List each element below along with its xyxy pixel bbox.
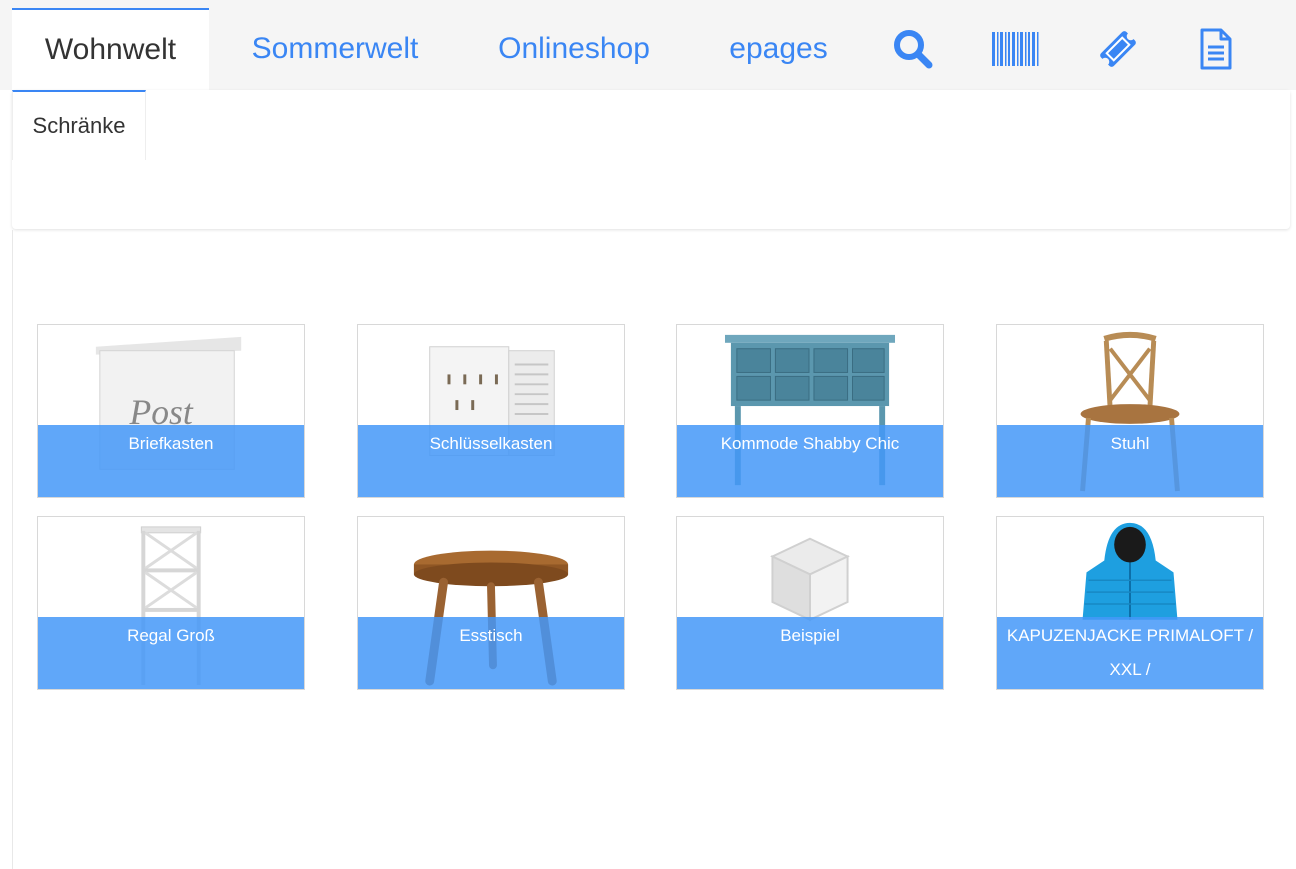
- product-tile-kommode[interactable]: Kommode Shabby Chic: [676, 324, 944, 498]
- search-icon[interactable]: [873, 8, 953, 90]
- top-navigation-bar: Wohnwelt Sommerwelt Onlineshop epages: [0, 0, 1296, 90]
- product-tile-stuhl[interactable]: Stuhl: [996, 324, 1264, 498]
- product-name: Beispiel: [677, 617, 943, 689]
- product-name: Schlüsselkasten: [358, 425, 624, 497]
- subtab-schraenke[interactable]: Schränke: [12, 90, 146, 160]
- product-tile-briefkasten[interactable]: Post Briefkasten: [37, 324, 305, 498]
- product-name: Stuhl: [997, 425, 1263, 497]
- content-divider: [12, 230, 13, 869]
- product-name: Esstisch: [358, 617, 624, 689]
- product-name: Kommode Shabby Chic: [677, 425, 943, 497]
- ticket-icon[interactable]: [1078, 8, 1158, 90]
- product-name: KAPUZENJACKE PRIMALOFT / XXL /: [997, 617, 1263, 689]
- category-panel: Schränke: [12, 90, 1290, 229]
- subtab-strip: [146, 90, 1290, 160]
- product-tile-esstisch[interactable]: Esstisch: [357, 516, 625, 690]
- product-tile-regal[interactable]: Regal Groß: [37, 516, 305, 690]
- tab-onlineshop[interactable]: Onlineshop: [472, 8, 676, 90]
- document-icon[interactable]: [1176, 8, 1256, 90]
- product-name: Briefkasten: [38, 425, 304, 497]
- tab-sommerwelt[interactable]: Sommerwelt: [228, 8, 442, 90]
- barcode-icon[interactable]: [975, 8, 1055, 90]
- tab-epages[interactable]: epages: [706, 8, 851, 90]
- product-tile-beispiel[interactable]: Beispiel: [676, 516, 944, 690]
- product-tile-kapuzenjacke[interactable]: KAPUZENJACKE PRIMALOFT / XXL /: [996, 516, 1264, 690]
- product-name: Regal Groß: [38, 617, 304, 689]
- product-tile-schluesselkasten[interactable]: Schlüsselkasten: [357, 324, 625, 498]
- product-grid: Post Briefkasten Schlüsselkasten Kommode…: [37, 324, 1267, 694]
- tab-wohnwelt[interactable]: Wohnwelt: [12, 8, 209, 90]
